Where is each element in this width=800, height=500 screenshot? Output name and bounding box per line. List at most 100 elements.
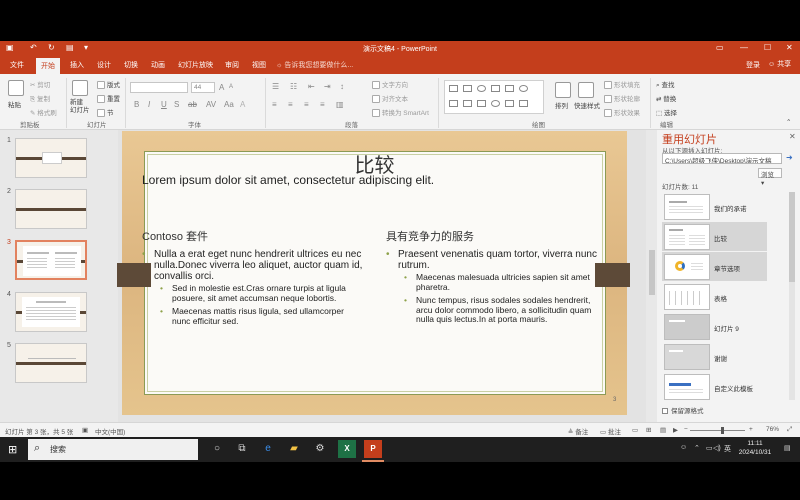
system-clock[interactable]: 11:11 2024/10/31 <box>735 439 775 457</box>
reuse-slide-item[interactable]: 比较 <box>662 222 767 251</box>
cut-button[interactable]: ✂ 剪切 <box>30 79 50 89</box>
volume-icon[interactable]: ◁) <box>713 444 721 452</box>
increase-indent-icon[interactable]: ⇥ <box>324 82 331 91</box>
reuse-slide-item[interactable]: 章节选项 <box>662 252 767 281</box>
paste-icon[interactable] <box>8 80 24 96</box>
select-button[interactable]: ⬚ 选择 <box>656 107 677 117</box>
tab-view[interactable]: 视图 <box>252 60 266 70</box>
slide-thumbnail-2[interactable] <box>15 189 87 229</box>
settings-gear-icon[interactable]: ⚙ <box>312 441 328 457</box>
copy-button[interactable]: ⎘ 复制 <box>30 93 50 104</box>
notes-button[interactable]: ≜ 备注 <box>568 426 588 436</box>
input-method-indicator[interactable]: 英 <box>724 444 731 454</box>
right-column-heading[interactable]: 具有竞争力的服务 <box>386 228 474 244</box>
tab-animations[interactable]: 动画 <box>151 60 165 70</box>
arrange-button[interactable]: 排列 <box>555 100 568 110</box>
replace-button[interactable]: ⇄ 替换 <box>656 93 676 103</box>
cortana-icon[interactable]: ○ <box>209 441 225 457</box>
left-column-body[interactable]: Nulla a erat eget nunc hendrerit ultrice… <box>142 249 364 330</box>
font-color-button[interactable]: A <box>240 100 245 109</box>
shrink-font-icon[interactable]: A <box>229 84 233 90</box>
section-button[interactable]: 节 <box>97 107 114 118</box>
tab-home[interactable]: 开始 <box>36 58 60 74</box>
zoom-level[interactable]: 76% <box>766 426 779 433</box>
reset-button[interactable]: 重置 <box>97 93 120 104</box>
tray-people-icon[interactable]: ☺ <box>680 444 687 451</box>
taskbar-search-box[interactable]: ⌕ 搜索 <box>28 439 198 460</box>
zoom-slider[interactable] <box>690 430 745 431</box>
slideshow-view-icon[interactable]: ▶ <box>673 426 678 434</box>
align-left-icon[interactable]: ≡ <box>272 100 277 109</box>
network-icon[interactable]: ▭ <box>706 444 713 452</box>
grow-font-icon[interactable]: A <box>219 83 224 92</box>
shape-effects-button[interactable]: 形状效果 <box>604 107 640 118</box>
decrease-indent-icon[interactable]: ⇤ <box>308 82 315 91</box>
char-spacing-button[interactable]: AV <box>206 100 216 109</box>
font-name-box[interactable] <box>130 82 188 93</box>
edge-icon[interactable]: e <box>260 441 276 457</box>
reuse-slide-item[interactable]: 自定义此模板 <box>662 372 767 401</box>
tab-transitions[interactable]: 切换 <box>124 60 138 70</box>
reuse-slide-item[interactable]: 我们的承诺 <box>662 192 767 221</box>
underline-button[interactable]: U <box>161 100 167 109</box>
task-view-icon[interactable]: ⧉ <box>234 441 250 457</box>
keep-source-formatting-checkbox[interactable]: 保留源格式 <box>662 405 704 415</box>
arrange-icon[interactable] <box>555 82 571 98</box>
tab-slideshow[interactable]: 幻灯片放映 <box>178 60 213 70</box>
paste-button[interactable]: 粘贴 <box>8 99 21 109</box>
spellcheck-icon[interactable]: ▣ <box>82 426 88 434</box>
slide-subtitle[interactable]: Lorem ipsum dolor sit amet, consectetur … <box>142 173 434 187</box>
close-icon[interactable]: ✕ <box>789 132 796 141</box>
change-case-button[interactable]: Aa <box>224 100 234 109</box>
left-column-heading[interactable]: Contoso 套件 <box>142 228 208 244</box>
format-painter-button[interactable]: ✎ 格式刷 <box>30 107 57 117</box>
powerpoint-icon[interactable]: P <box>364 440 382 458</box>
shape-fill-button[interactable]: 形状填充 <box>604 79 640 90</box>
tell-me-search[interactable]: ☼ 告诉我您想要做什么... <box>276 60 353 70</box>
new-slide-icon[interactable] <box>72 80 88 96</box>
normal-view-icon[interactable]: ▭ <box>632 426 638 434</box>
sign-in-link[interactable]: 登录 <box>746 60 760 70</box>
notification-center-icon[interactable]: ▤ <box>784 444 791 452</box>
close-button[interactable]: ✕ <box>786 43 793 52</box>
text-direction-button[interactable]: 文字方向 <box>372 79 408 90</box>
font-size-box[interactable]: 44 <box>191 82 215 93</box>
tab-design[interactable]: 设计 <box>97 60 111 70</box>
current-slide[interactable]: 比较 Lorem ipsum dolor sit amet, consectet… <box>117 131 630 415</box>
convert-smartart-button[interactable]: 转换为 SmartArt <box>372 107 429 118</box>
editor-scrollbar[interactable] <box>648 130 656 422</box>
bullets-icon[interactable]: ☰ <box>272 82 279 91</box>
bold-button[interactable]: B <box>134 100 139 109</box>
numbering-icon[interactable]: ☷ <box>290 82 297 91</box>
columns-icon[interactable]: ▥ <box>336 100 344 109</box>
source-path-input[interactable]: C:\Users\超级飞侠\Desktop\演示文稿 <box>662 153 782 164</box>
browse-button[interactable]: 浏览 ▾ <box>758 168 782 187</box>
align-text-button[interactable]: 对齐文本 <box>372 93 408 104</box>
reuse-slide-item[interactable]: 谢谢 <box>662 342 767 371</box>
excel-icon[interactable]: X <box>338 440 356 458</box>
ribbon-display-options-icon[interactable]: ▭ <box>716 43 724 52</box>
pane-scrollbar[interactable] <box>789 192 795 400</box>
fit-to-window-icon[interactable]: ⤢ <box>787 426 792 434</box>
align-center-icon[interactable]: ≡ <box>288 100 293 109</box>
tab-review[interactable]: 审阅 <box>225 60 239 70</box>
minimize-button[interactable]: — <box>740 43 748 52</box>
new-slide-button[interactable]: 新建 幻灯片 <box>70 99 90 115</box>
slide-thumbnail-4[interactable] <box>15 292 87 332</box>
collapse-ribbon-icon[interactable]: ⌃ <box>786 118 791 126</box>
slide-thumbnails-pane[interactable]: 1 2 3 4 5 <box>0 130 118 422</box>
quick-styles-icon[interactable] <box>578 82 594 98</box>
slide-sorter-icon[interactable]: ⊞ <box>646 426 651 434</box>
language-indicator[interactable]: 中文(中国) <box>95 426 125 436</box>
zoom-slider-handle[interactable] <box>721 427 724 434</box>
layout-button[interactable]: 版式 <box>97 79 120 90</box>
right-column-body[interactable]: Praesent venenatis quam tortor, viverra … <box>386 249 604 329</box>
quick-styles-button[interactable]: 快速样式 <box>574 100 600 110</box>
align-right-icon[interactable]: ≡ <box>304 100 309 109</box>
reading-view-icon[interactable]: ▤ <box>660 426 666 434</box>
slide-thumbnail-5[interactable] <box>15 343 87 383</box>
tab-file[interactable]: 文件 <box>10 60 24 70</box>
scrollbar-thumb[interactable] <box>649 250 655 295</box>
go-arrow-icon[interactable]: ➜ <box>786 153 793 162</box>
tray-chevron-up-icon[interactable]: ⌃ <box>694 444 700 452</box>
